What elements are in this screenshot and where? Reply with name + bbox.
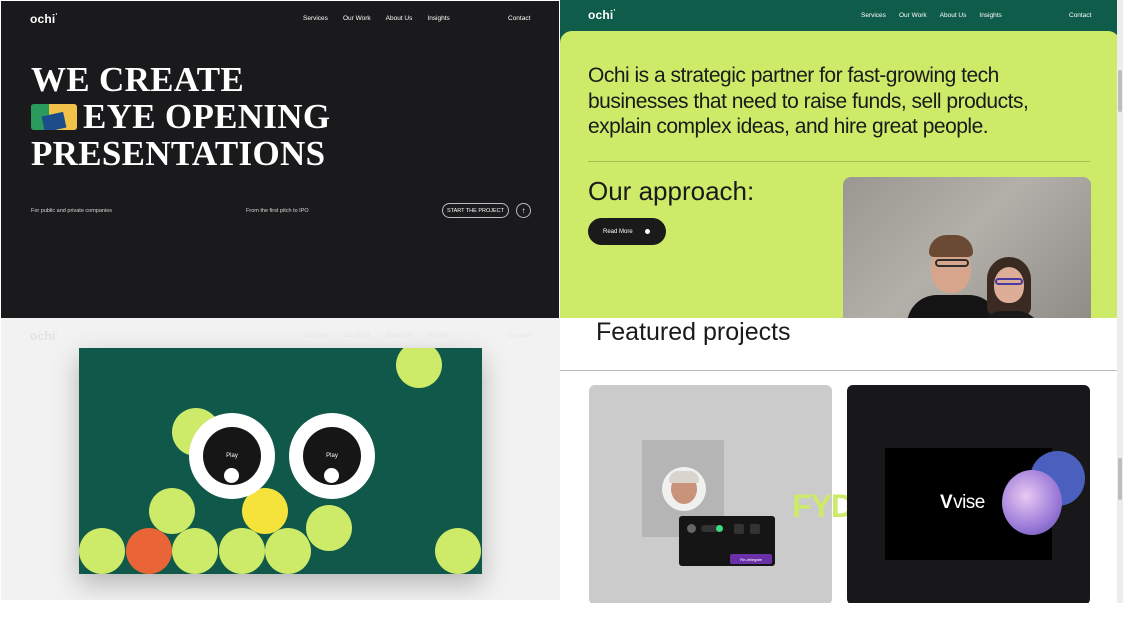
nav-contact[interactable]: Contact [508,332,530,339]
eyes-section: ochi' Services Our Work About Us Insight… [1,318,560,600]
coin [1002,470,1062,535]
nav-about-us[interactable]: About Us [386,15,413,22]
featured-heading: Featured projects [596,318,791,346]
nav-services[interactable]: Services [303,15,328,22]
read-more-label: Read More [603,228,633,235]
lime-ball [219,528,265,574]
arrow-up-icon[interactable]: ↑ [516,203,531,218]
nav-services[interactable]: Services [303,332,328,339]
dot-icon [645,229,650,234]
eyes-board: Play Play [79,348,482,574]
featured-section: Featured projects Re-delegate FYDE V vis… [560,318,1120,603]
lime-ball [149,488,195,534]
nav-links: Services Our Work About Us Insights [303,332,450,339]
nav-contact[interactable]: Contact [1069,12,1091,19]
nav-about-us[interactable]: About Us [386,332,413,339]
orange-ball [126,528,172,574]
logo[interactable]: ochi' [588,8,615,22]
lime-ball [265,528,311,574]
hero-caption-mid: From the first pitch to IPO [246,208,309,214]
avatar-hat [669,471,699,483]
nav-services[interactable]: Services [861,12,886,19]
divider [588,161,1090,162]
hero-section: ochi' Services Our Work About Us Insight… [1,1,559,318]
about-paragraph: Ochi is a strategic partner for fast-gro… [588,64,1029,138]
about-section: ochi' Services Our Work About Us Insight… [560,0,1120,318]
eye-glint [224,468,239,483]
top-nav: ochi' Services Our Work About Us Insight… [1,1,559,35]
scroll-thumb[interactable] [1118,458,1122,500]
lime-ball [172,528,218,574]
top-nav: ochi' Services Our Work About Us Insight… [560,0,1120,30]
hero-caption-left: For public and private companies [31,208,113,214]
approach-heading: Our approach: [588,176,755,206]
nav-contact[interactable]: Contact [508,15,530,22]
eye-right: Play [289,413,375,499]
scrollbar[interactable] [1117,0,1123,603]
nav-insights[interactable]: Insights [979,12,1001,19]
nav-our-work[interactable]: Our Work [343,332,371,339]
nav-links: Services Our Work About Us Insights [861,12,1002,19]
project-card-vise[interactable]: V vise [847,385,1090,603]
nav-links: Services Our Work About Us Insights [303,15,450,22]
nav-our-work[interactable]: Our Work [899,12,927,19]
eye-left: Play [189,413,275,499]
lime-ball [306,505,352,551]
vise-logo: V vise [940,492,985,513]
logo[interactable]: ochi' [30,329,57,343]
about-panel: Ochi is a strategic partner for fast-gro… [560,31,1120,318]
hero-heading: WE CREATE EYE OPENING PRESENTATIONS [31,61,330,172]
hero-image-chip [31,103,77,130]
hero-line-1: WE CREATE [31,60,245,99]
team-photo [843,177,1091,318]
hero-line-3: PRESENTATIONS [31,134,326,173]
redelegate-chip: Re-delegate [730,554,772,564]
hero-line-2: EYE OPENING [31,98,330,135]
start-project-button[interactable]: START THE PROJECT [442,203,509,218]
read-more-button[interactable]: Read More [588,218,666,245]
hero-line-2-text: EYE OPENING [83,97,331,136]
nav-about-us[interactable]: About Us [940,12,967,19]
eye-glint [324,468,339,483]
lime-ball [79,528,125,574]
logo[interactable]: ochi' [30,12,57,26]
nav-insights[interactable]: Insights [427,332,449,339]
scroll-thumb[interactable] [1118,70,1122,112]
lime-ball [396,348,442,388]
divider [560,370,1120,371]
nav-our-work[interactable]: Our Work [343,15,371,22]
nav-insights[interactable]: Insights [427,15,449,22]
lime-ball [435,528,481,574]
